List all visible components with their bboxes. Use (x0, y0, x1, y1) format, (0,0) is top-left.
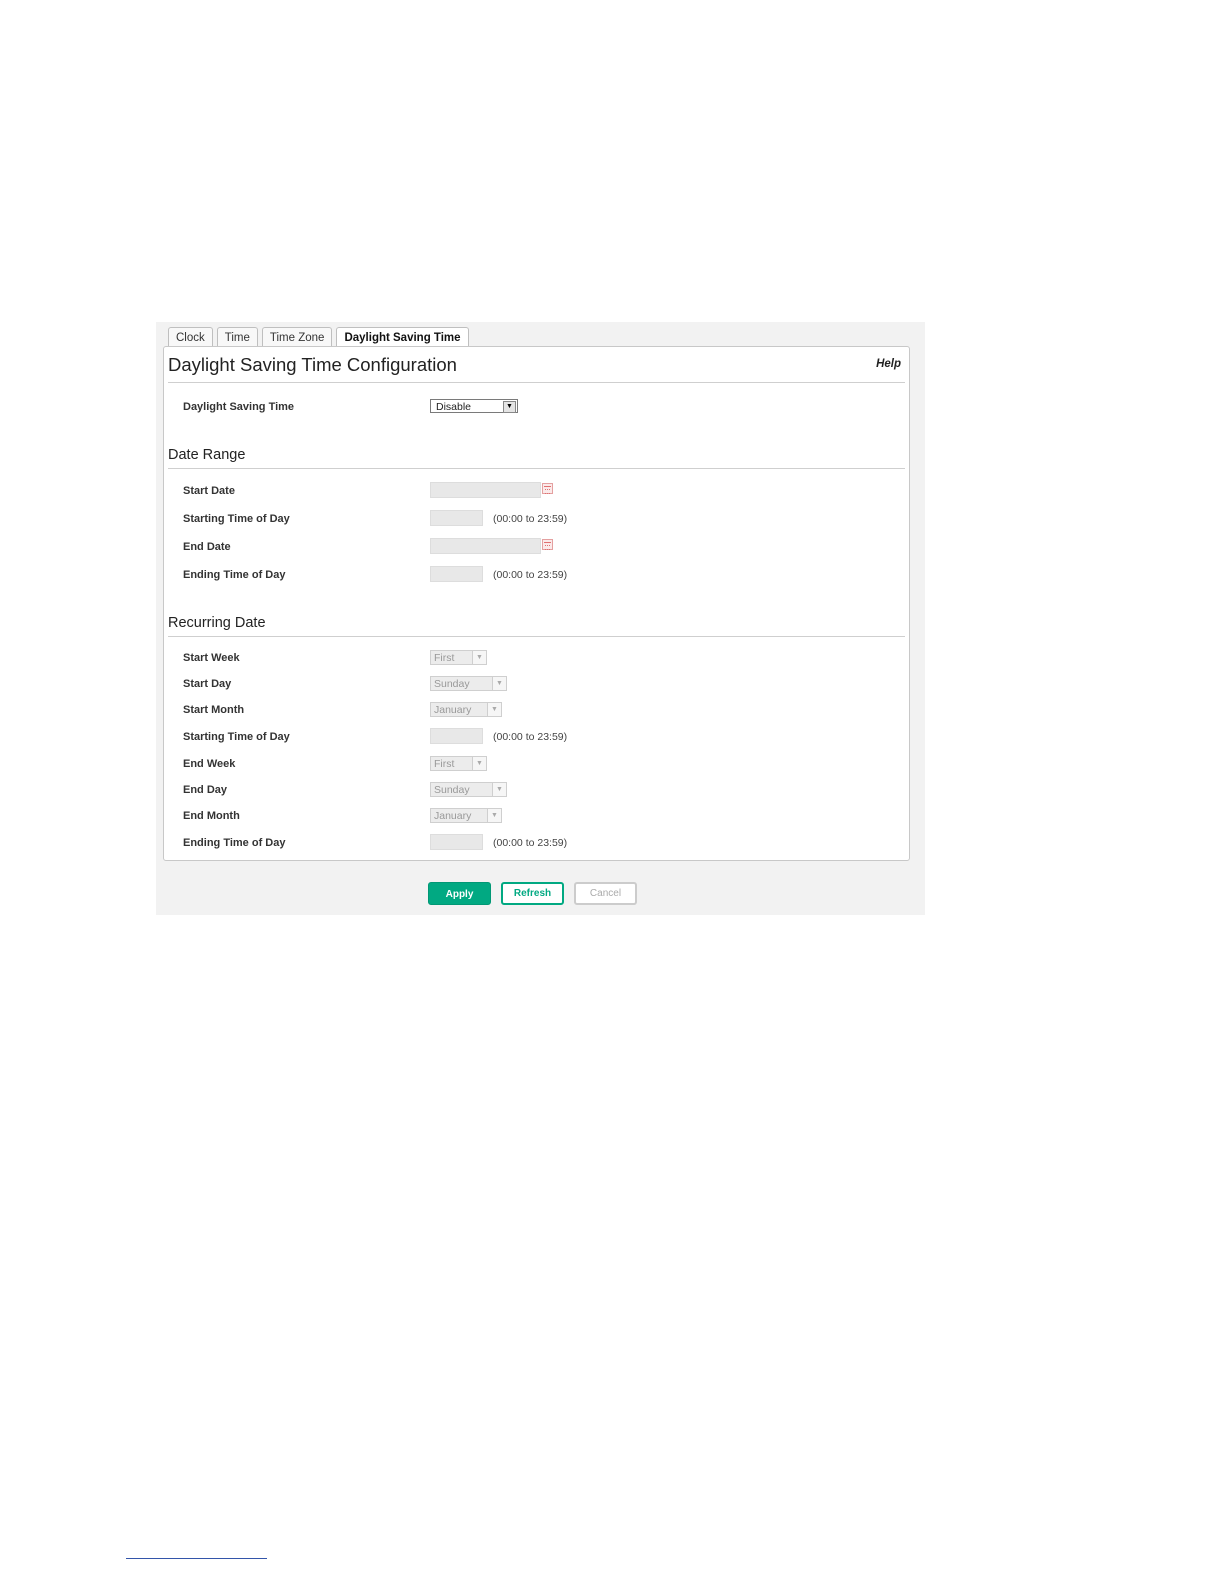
recurring-starting-time-input[interactable] (430, 728, 483, 744)
start-day-select[interactable]: Sunday ▼ (430, 676, 507, 691)
tab-clock[interactable]: Clock (168, 327, 213, 347)
chevron-down-icon: ▼ (492, 783, 506, 796)
chevron-down-icon: ▼ (487, 809, 501, 822)
end-day-select[interactable]: Sunday ▼ (430, 782, 507, 797)
recurring-starting-time-label: Starting Time of Day (183, 731, 290, 743)
recurring-starting-time-hint: (00:00 to 23:59) (493, 731, 568, 743)
dst-label: Daylight Saving Time (183, 401, 295, 413)
recurring-ending-time-label: Ending Time of Day (183, 837, 286, 849)
tab-bar: Clock Time Time Zone Daylight Saving Tim… (168, 327, 469, 348)
start-month-select[interactable]: January ▼ (430, 702, 502, 717)
starting-time-hint: (00:00 to 23:59) (493, 513, 568, 525)
start-week-value: First (434, 652, 455, 664)
recurring-ending-time-hint: (00:00 to 23:59) (493, 837, 568, 849)
date-range-divider (168, 468, 905, 469)
tab-time[interactable]: Time (216, 327, 258, 347)
page-title: Daylight Saving Time Configuration (168, 354, 457, 375)
end-month-value: January (434, 810, 472, 822)
apply-button[interactable]: Apply (428, 882, 491, 905)
chevron-down-icon: ▼ (472, 757, 486, 770)
tab-daylight-saving-time[interactable]: Daylight Saving Time (336, 327, 469, 348)
calendar-icon[interactable] (542, 539, 553, 550)
chevron-down-icon: ▼ (487, 703, 501, 716)
cancel-button[interactable]: Cancel (574, 882, 637, 905)
recurring-date-heading: Recurring Date (168, 615, 266, 631)
dst-select[interactable]: Disable ▼ (430, 399, 518, 413)
end-week-select[interactable]: First ▼ (430, 756, 487, 771)
calendar-icon[interactable] (542, 483, 553, 494)
end-week-label: End Week (183, 758, 236, 770)
end-day-label: End Day (183, 784, 228, 796)
help-link[interactable]: Help (876, 358, 901, 370)
start-week-label: Start Week (183, 652, 240, 664)
ending-time-label: Ending Time of Day (183, 569, 286, 581)
end-day-value: Sunday (434, 784, 470, 796)
config-panel: Daylight Saving Time Configuration Help … (163, 346, 910, 861)
start-week-select[interactable]: First ▼ (430, 650, 487, 665)
ending-time-hint: (00:00 to 23:59) (493, 569, 568, 581)
start-day-label: Start Day (183, 678, 232, 690)
start-date-label: Start Date (183, 485, 235, 497)
dst-select-value: Disable (436, 401, 472, 413)
refresh-button[interactable]: Refresh (501, 882, 564, 905)
ending-time-input[interactable] (430, 566, 483, 582)
chevron-down-icon: ▼ (503, 401, 516, 413)
start-day-value: Sunday (434, 678, 470, 690)
end-date-label: End Date (183, 541, 231, 553)
starting-time-label: Starting Time of Day (183, 513, 290, 525)
start-month-value: January (434, 704, 472, 716)
chevron-down-icon: ▼ (492, 677, 506, 690)
date-range-heading: Date Range (168, 447, 246, 463)
starting-time-input[interactable] (430, 510, 483, 526)
end-date-input[interactable] (430, 538, 541, 554)
start-date-input[interactable] (430, 482, 541, 498)
recurring-date-divider (168, 636, 905, 637)
tab-time-zone[interactable]: Time Zone (261, 327, 333, 347)
end-month-label: End Month (183, 810, 240, 822)
footnote-separator (126, 1558, 267, 1559)
end-week-value: First (434, 758, 455, 770)
dst-config-page: Clock Time Time Zone Daylight Saving Tim… (156, 322, 925, 915)
recurring-ending-time-input[interactable] (430, 834, 483, 850)
title-divider (168, 382, 905, 383)
start-month-label: Start Month (183, 704, 245, 716)
end-month-select[interactable]: January ▼ (430, 808, 502, 823)
chevron-down-icon: ▼ (472, 651, 486, 664)
